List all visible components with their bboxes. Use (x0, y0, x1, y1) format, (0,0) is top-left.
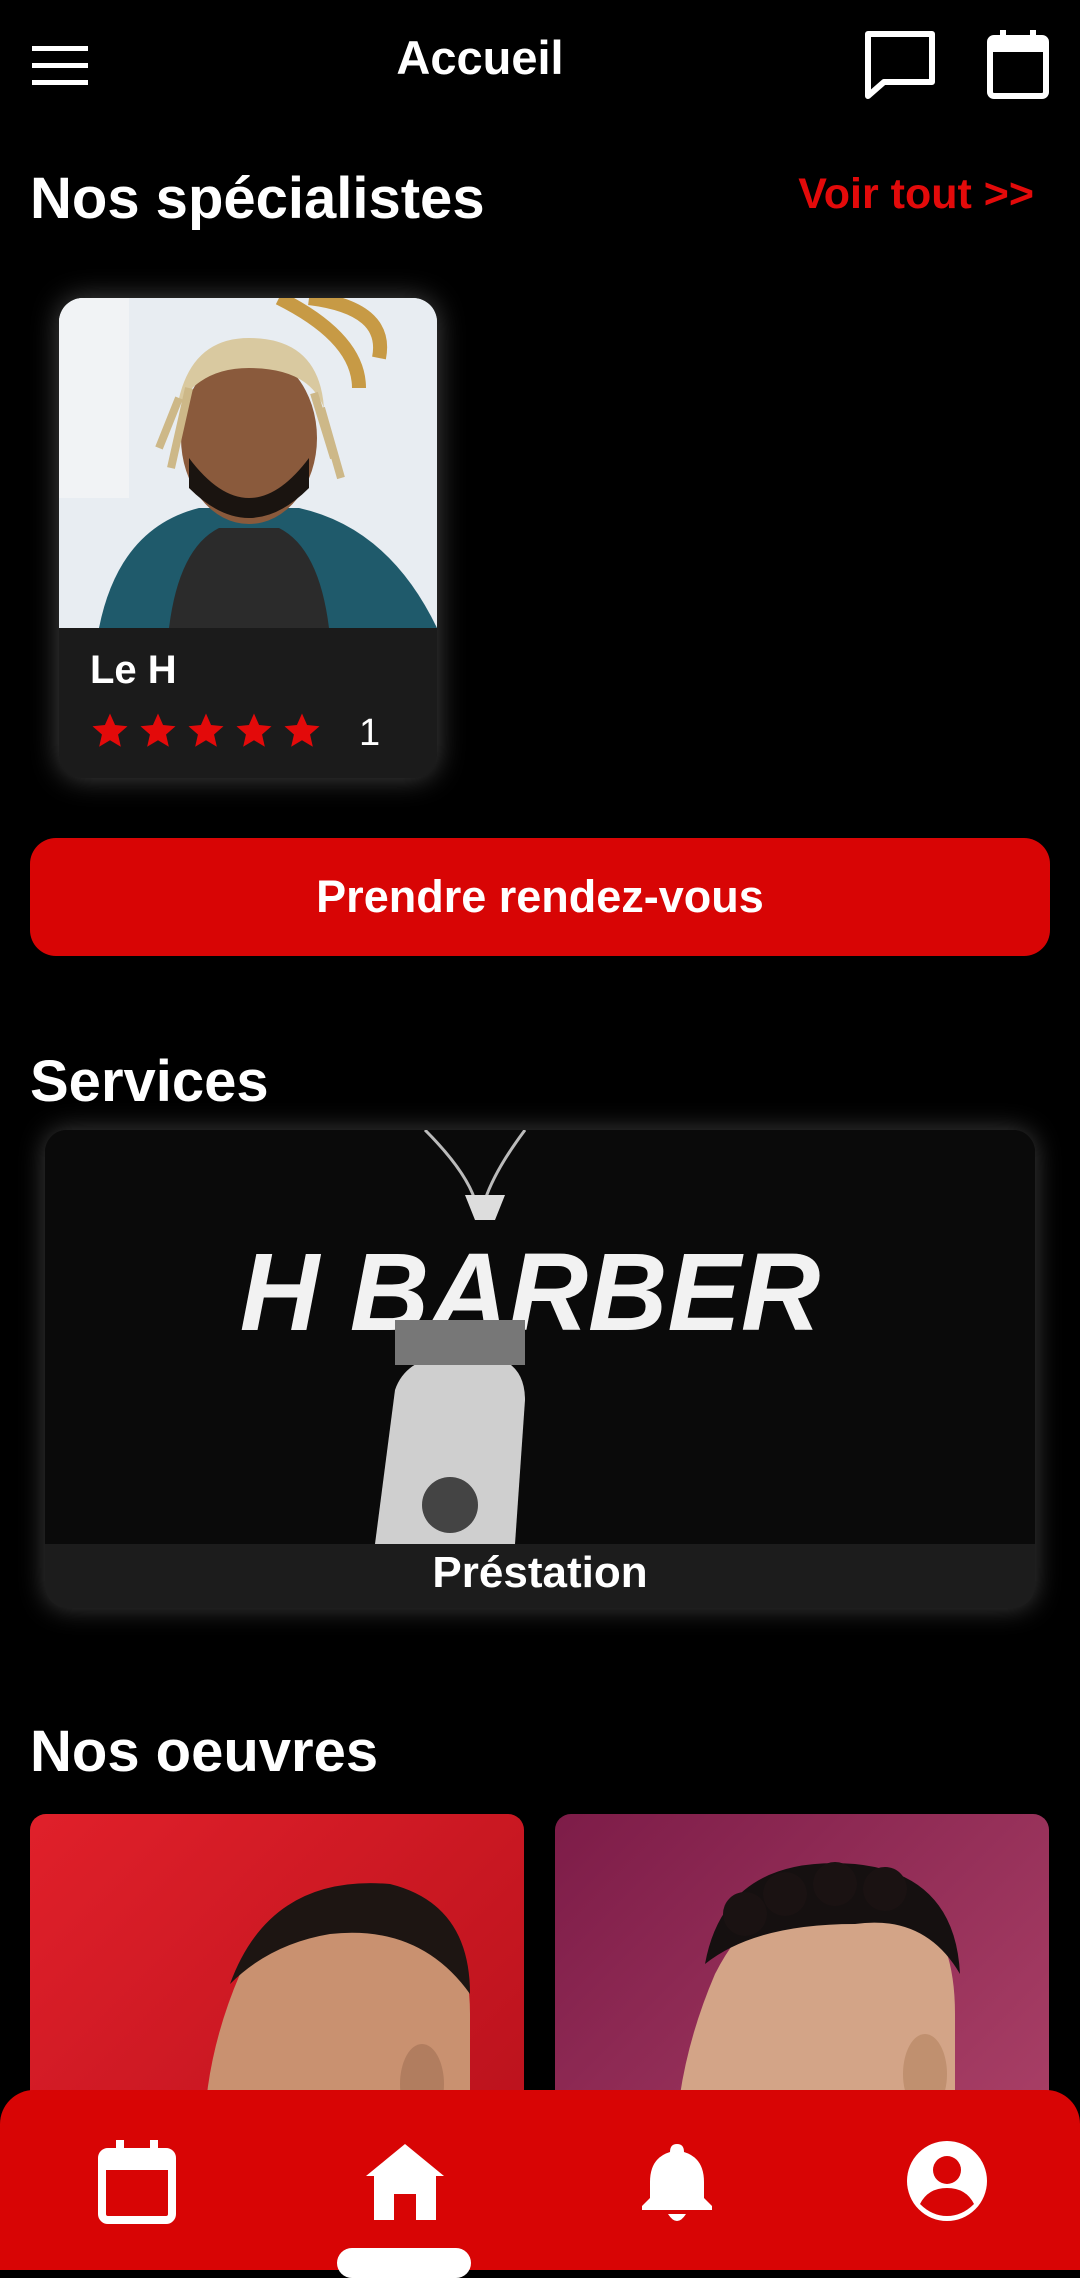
chat-icon[interactable] (864, 30, 936, 100)
bell-icon[interactable] (632, 2136, 722, 2226)
rating-count: 1 (359, 712, 381, 754)
rating-stars (89, 710, 323, 752)
specialists-heading: Nos spécialistes (30, 166, 485, 231)
star-icon (284, 713, 320, 747)
star-icon (188, 713, 224, 747)
star-icon (92, 713, 128, 747)
calendar-icon[interactable] (92, 2136, 182, 2226)
top-app-bar: Accueil (0, 0, 1080, 130)
calendar-icon[interactable] (986, 28, 1050, 100)
service-label: Préstation (432, 1548, 648, 1597)
star-icon (236, 713, 272, 747)
specialist-photo (59, 298, 437, 628)
active-tab-indicator (337, 2248, 471, 2278)
service-photo: H BARBER (45, 1130, 1035, 1544)
services-heading: Services (30, 1049, 269, 1114)
service-card[interactable]: H BARBER Préstation (45, 1130, 1035, 1608)
home-icon[interactable] (360, 2136, 450, 2226)
book-appointment-button[interactable]: Prendre rendez-vous (30, 838, 1050, 956)
account-icon[interactable] (902, 2136, 992, 2226)
see-all-link[interactable]: Voir tout >> (798, 170, 1034, 219)
works-heading: Nos oeuvres (30, 1719, 379, 1784)
star-icon (140, 713, 176, 747)
bottom-navigation (0, 2090, 1080, 2278)
page-title: Accueil (396, 31, 564, 84)
specialist-card[interactable]: Le H 1 (59, 298, 437, 778)
service-image-text: H BARBER (240, 1231, 821, 1354)
specialist-name: Le H (90, 648, 177, 692)
